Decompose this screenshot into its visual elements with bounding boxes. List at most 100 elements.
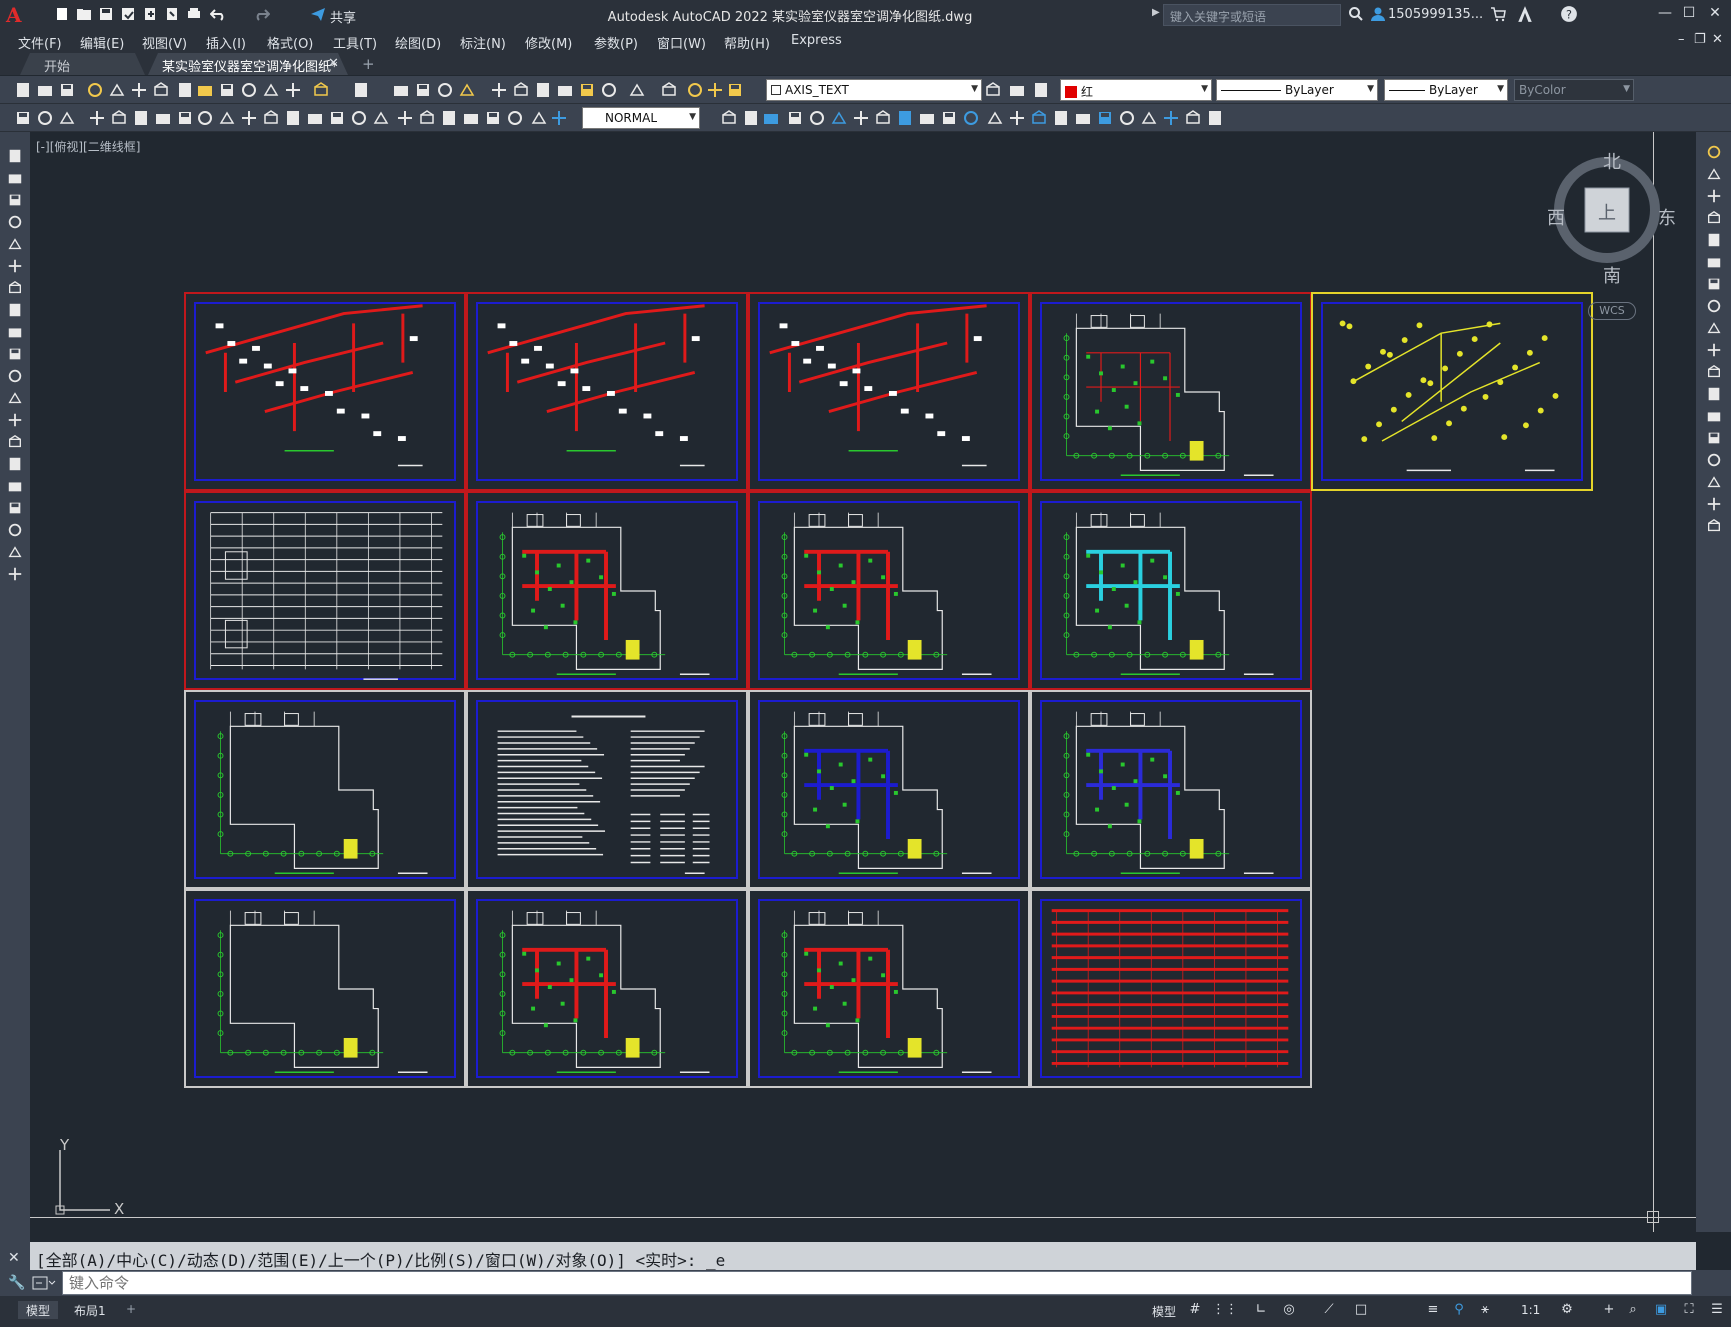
ellipse-arc-icon[interactable]: [7, 368, 23, 384]
tool-39-icon[interactable]: [1008, 109, 1026, 127]
drawing-sheet[interactable]: [1030, 690, 1312, 889]
tool-29-icon[interactable]: [786, 109, 804, 127]
tool-16-icon[interactable]: [350, 109, 368, 127]
close-tab-icon[interactable]: ✕: [328, 56, 339, 71]
new-file-icon[interactable]: [54, 6, 70, 22]
tool-18-icon[interactable]: [396, 109, 414, 127]
tool-10-icon[interactable]: [218, 109, 236, 127]
undo-icon[interactable]: [312, 81, 330, 99]
mirror-icon[interactable]: [1706, 188, 1722, 204]
point-icon[interactable]: [7, 434, 23, 450]
lineweight-icon[interactable]: ≡: [1424, 1302, 1442, 1320]
plot-icon[interactable]: [108, 81, 126, 99]
drawing-sheet[interactable]: [184, 491, 466, 690]
color-dropdown[interactable]: 红 ▼: [1060, 79, 1212, 101]
model-space-button[interactable]: 模型: [1152, 1303, 1176, 1320]
doc-minimize-button[interactable]: –: [1678, 32, 1685, 47]
tool-40-icon[interactable]: [1030, 109, 1048, 127]
redo-icon[interactable]: [352, 81, 370, 99]
insert-block-icon[interactable]: [7, 390, 23, 406]
tab-model[interactable]: 模型: [18, 1301, 59, 1319]
tab-drawing[interactable]: 某实验室仪器室空调净化图纸*: [148, 53, 348, 75]
drawing-sheet[interactable]: [184, 292, 466, 491]
open-icon[interactable]: [58, 81, 76, 99]
drawing-sheet[interactable]: [748, 690, 1030, 889]
arc-icon[interactable]: [7, 258, 23, 274]
layer-lock-icon[interactable]: [726, 81, 744, 99]
drawing-sheet[interactable]: [1030, 292, 1312, 491]
tool-26-icon[interactable]: [720, 109, 738, 127]
ellipse-icon[interactable]: [7, 346, 23, 362]
lineweight-dropdown[interactable]: ByLayer ▼: [1384, 79, 1508, 101]
tool-28-icon[interactable]: [762, 109, 780, 127]
add-layout-icon[interactable]: +: [118, 1301, 144, 1319]
tool-34-icon[interactable]: [896, 109, 914, 127]
explode-icon[interactable]: [1706, 518, 1722, 534]
construction-line-icon[interactable]: [7, 170, 23, 186]
drawing-sheet[interactable]: [748, 491, 1030, 690]
properties-icon[interactable]: [490, 81, 508, 99]
cut-icon[interactable]: [196, 81, 214, 99]
revision-cloud-icon[interactable]: [7, 302, 23, 318]
make-current-layer-icon[interactable]: [984, 81, 1002, 99]
drawing-sheet[interactable]: [466, 292, 748, 491]
save-icon[interactable]: [86, 81, 104, 99]
grid-icon[interactable]: #: [1186, 1302, 1204, 1320]
menu-help[interactable]: 帮助(H): [724, 33, 770, 52]
tool-27-icon[interactable]: [742, 109, 760, 127]
annotation-monitor-icon[interactable]: +: [1600, 1302, 1618, 1320]
region-icon[interactable]: [7, 500, 23, 516]
command-close-icon[interactable]: ✕: [8, 1250, 20, 1266]
new-icon[interactable]: [14, 81, 32, 99]
drawing-sheet[interactable]: [466, 491, 748, 690]
tool-42-icon[interactable]: [1074, 109, 1092, 127]
layer-previous-icon[interactable]: [1008, 81, 1026, 99]
plotstyle-dropdown[interactable]: ByColor ▼: [1514, 79, 1634, 101]
quick-properties-icon[interactable]: ▣: [1652, 1302, 1670, 1320]
share-icon[interactable]: [310, 6, 326, 22]
stretch-icon[interactable]: [1706, 320, 1722, 336]
add-selected-icon[interactable]: [7, 566, 23, 582]
publish-icon[interactable]: [152, 81, 170, 99]
autodesk-app-icon[interactable]: [1516, 5, 1534, 23]
drawing-sheet[interactable]: [1311, 292, 1593, 491]
tool-43-icon[interactable]: [1096, 109, 1114, 127]
tool-47-icon[interactable]: [1184, 109, 1202, 127]
tool-8-icon[interactable]: [176, 109, 194, 127]
minimize-button[interactable]: —: [1656, 5, 1674, 23]
save-icon[interactable]: [98, 6, 114, 22]
rectangle-icon[interactable]: [7, 236, 23, 252]
save-as-icon[interactable]: [120, 6, 136, 22]
tool-31-icon[interactable]: [830, 109, 848, 127]
trim-icon[interactable]: [1706, 342, 1722, 358]
tool-14-icon[interactable]: [306, 109, 324, 127]
plot-icon[interactable]: [186, 6, 202, 22]
drawing-sheet[interactable]: [748, 889, 1030, 1088]
tool-30-icon[interactable]: [808, 109, 826, 127]
tool-1-icon[interactable]: [14, 109, 32, 127]
design-center-icon[interactable]: [512, 81, 530, 99]
rotate-icon[interactable]: [1706, 276, 1722, 292]
tool-23-icon[interactable]: [506, 109, 524, 127]
tool-12-icon[interactable]: [262, 109, 280, 127]
plot-preview-icon[interactable]: [130, 81, 148, 99]
clean-screen-icon[interactable]: ⛶: [1680, 1302, 1698, 1320]
undo-icon[interactable]: [209, 6, 226, 22]
spline-icon[interactable]: [7, 324, 23, 340]
gradient-icon[interactable]: [7, 478, 23, 494]
tab-start[interactable]: 开始: [20, 53, 145, 75]
layer-states-icon[interactable]: [1032, 81, 1050, 99]
markup-icon[interactable]: [578, 81, 596, 99]
viewcube-top-label[interactable]: 上: [1598, 199, 1616, 225]
menu-express[interactable]: Express: [791, 33, 842, 48]
help-icon[interactable]: [628, 81, 646, 99]
annotation-scale[interactable]: 1:1: [1521, 1303, 1540, 1317]
drawing-sheet[interactable]: [466, 889, 748, 1088]
paste-icon[interactable]: [240, 81, 258, 99]
circle-icon[interactable]: [7, 280, 23, 296]
zoom-realtime-icon[interactable]: [414, 81, 432, 99]
command-input[interactable]: [62, 1271, 1692, 1295]
share-label[interactable]: 共享: [330, 7, 356, 26]
break-icon[interactable]: [1706, 408, 1722, 424]
line-icon[interactable]: [7, 148, 23, 164]
